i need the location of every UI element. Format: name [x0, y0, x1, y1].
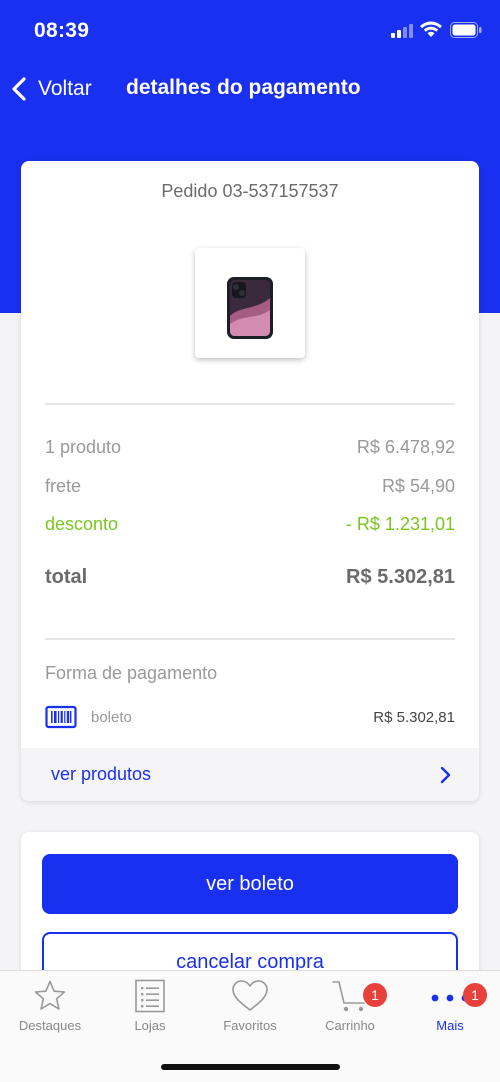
tab-label: Destaques: [18, 1018, 82, 1033]
chevron-right-icon: [440, 766, 451, 783]
product-thumbnail[interactable]: [195, 248, 305, 358]
tab-label: Favoritos: [223, 1018, 277, 1033]
tab-destaques[interactable]: Destaques: [0, 979, 100, 1049]
page-title: detalhes do pagamento: [126, 76, 361, 99]
more-badge: 1: [463, 983, 487, 1007]
tab-carrinho[interactable]: Carrinho 1: [300, 979, 400, 1049]
payment-method-row: boleto R$ 5.302,81: [45, 704, 455, 730]
tab-lojas[interactable]: Lojas: [100, 979, 200, 1049]
tab-label: Mais: [436, 1018, 464, 1033]
summary-label: frete: [45, 476, 82, 496]
divider: [45, 403, 455, 405]
total-label: total: [45, 566, 88, 588]
view-products-button[interactable]: ver produtos: [21, 748, 479, 801]
payment-value: R$ 5.302,81: [373, 708, 455, 726]
order-id: Pedido 03-537157537: [161, 181, 339, 201]
home-indicator: [161, 1064, 340, 1070]
summary-value: - R$ 1.231,01: [345, 514, 455, 534]
summary-value: R$ 6.478,92: [356, 437, 455, 457]
chevron-left-icon: [12, 77, 26, 101]
heart-icon: [232, 980, 268, 1011]
summary-value: R$ 54,90: [381, 476, 455, 496]
summary-row-discount: desconto - R$ 1.231,01: [45, 514, 455, 535]
battery-icon: [450, 22, 482, 38]
order-details-card: Pedido 03-537157537 1 produto R$ 6.478,9…: [21, 161, 479, 801]
summary-row-products: 1 produto R$ 6.478,92: [45, 437, 455, 458]
star-icon: [34, 980, 66, 1010]
back-button[interactable]: Voltar: [10, 72, 92, 106]
divider: [45, 638, 455, 640]
summary-row-shipping: frete R$ 54,90: [45, 476, 455, 497]
summary-row-total: total R$ 5.302,81: [45, 566, 455, 589]
tab-favoritos[interactable]: Favoritos: [200, 979, 300, 1049]
smartphone-product-image: [227, 277, 273, 339]
summary-label: 1 produto: [45, 437, 122, 457]
cellular-signal-icon: [391, 24, 415, 38]
status-bar: 08:39: [0, 0, 500, 60]
payment-method: boleto: [91, 708, 132, 726]
view-boleto-button[interactable]: ver boleto: [42, 854, 458, 914]
total-value: R$ 5.302,81: [346, 566, 455, 588]
tab-label: Carrinho: [325, 1018, 375, 1033]
summary-label: desconto: [45, 514, 119, 534]
payment-section-title: Forma de pagamento: [45, 663, 218, 683]
wifi-icon: [420, 21, 442, 37]
cart-badge: 1: [363, 983, 387, 1007]
list-icon: [135, 979, 165, 1013]
navigation-bar: Voltar detalhes do pagamento: [0, 66, 500, 112]
tab-mais[interactable]: Mais 1: [400, 979, 500, 1049]
tab-label: Lojas: [134, 1018, 166, 1033]
barcode-icon: [45, 705, 77, 729]
view-products-label: ver produtos: [51, 764, 152, 784]
back-label: Voltar: [38, 77, 92, 100]
status-time: 08:39: [34, 19, 90, 42]
